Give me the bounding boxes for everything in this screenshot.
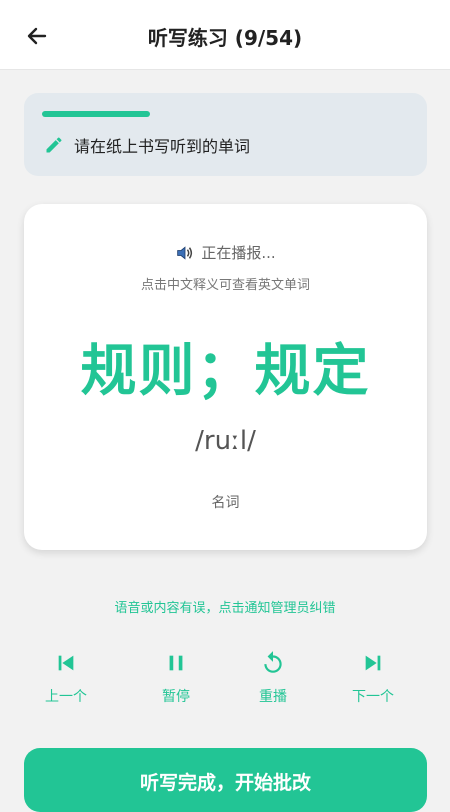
skip-next-icon	[365, 655, 381, 671]
finish-dictation-button[interactable]: 听写完成，开始批改	[24, 748, 427, 812]
tip-row: 请在纸上书写听到的单词	[44, 133, 250, 157]
progress-fill	[42, 111, 150, 117]
prev-button[interactable]: 上一个	[26, 648, 106, 708]
progress-bar	[42, 111, 402, 117]
replay-label: 重播	[259, 689, 287, 705]
word-phonetic: /ruːl/	[195, 426, 256, 456]
playing-status: 正在播报...	[24, 242, 427, 263]
playback-controls: 上一个 暂停 重播 下一个	[28, 648, 422, 712]
pause-button[interactable]: 暂停	[136, 648, 216, 708]
page-title: 听写练习 (9/54)	[147, 26, 303, 50]
next-button[interactable]: 下一个	[333, 648, 413, 708]
word-meaning[interactable]: 规则；规定	[24, 326, 427, 407]
report-error-link[interactable]: 语音或内容有误，点击通知管理员纠错	[0, 597, 450, 616]
pause-label: 暂停	[162, 689, 190, 705]
prev-label: 上一个	[45, 689, 87, 705]
tip-card: 请在纸上书写听到的单词	[24, 93, 427, 176]
pencil-icon	[46, 137, 62, 153]
playing-status-text: 正在播报...	[201, 244, 276, 262]
hint-text: 点击中文释义可查看英文单词	[140, 278, 310, 293]
tip-text: 请在纸上书写听到的单词	[74, 137, 251, 156]
skip-previous-icon	[58, 655, 74, 671]
word-card: 正在播报... 点击中文释义可查看英文单词 规则；规定 /ruːl/ 名词	[24, 204, 427, 550]
next-label: 下一个	[352, 689, 394, 705]
part-of-speech: 名词	[211, 495, 240, 511]
replay-button[interactable]: 重播	[233, 648, 313, 708]
speaker-icon	[175, 244, 195, 262]
pause-icon	[169, 655, 183, 671]
replay-icon	[264, 651, 282, 673]
app-header: 听写练习 (9/54)	[0, 0, 450, 70]
